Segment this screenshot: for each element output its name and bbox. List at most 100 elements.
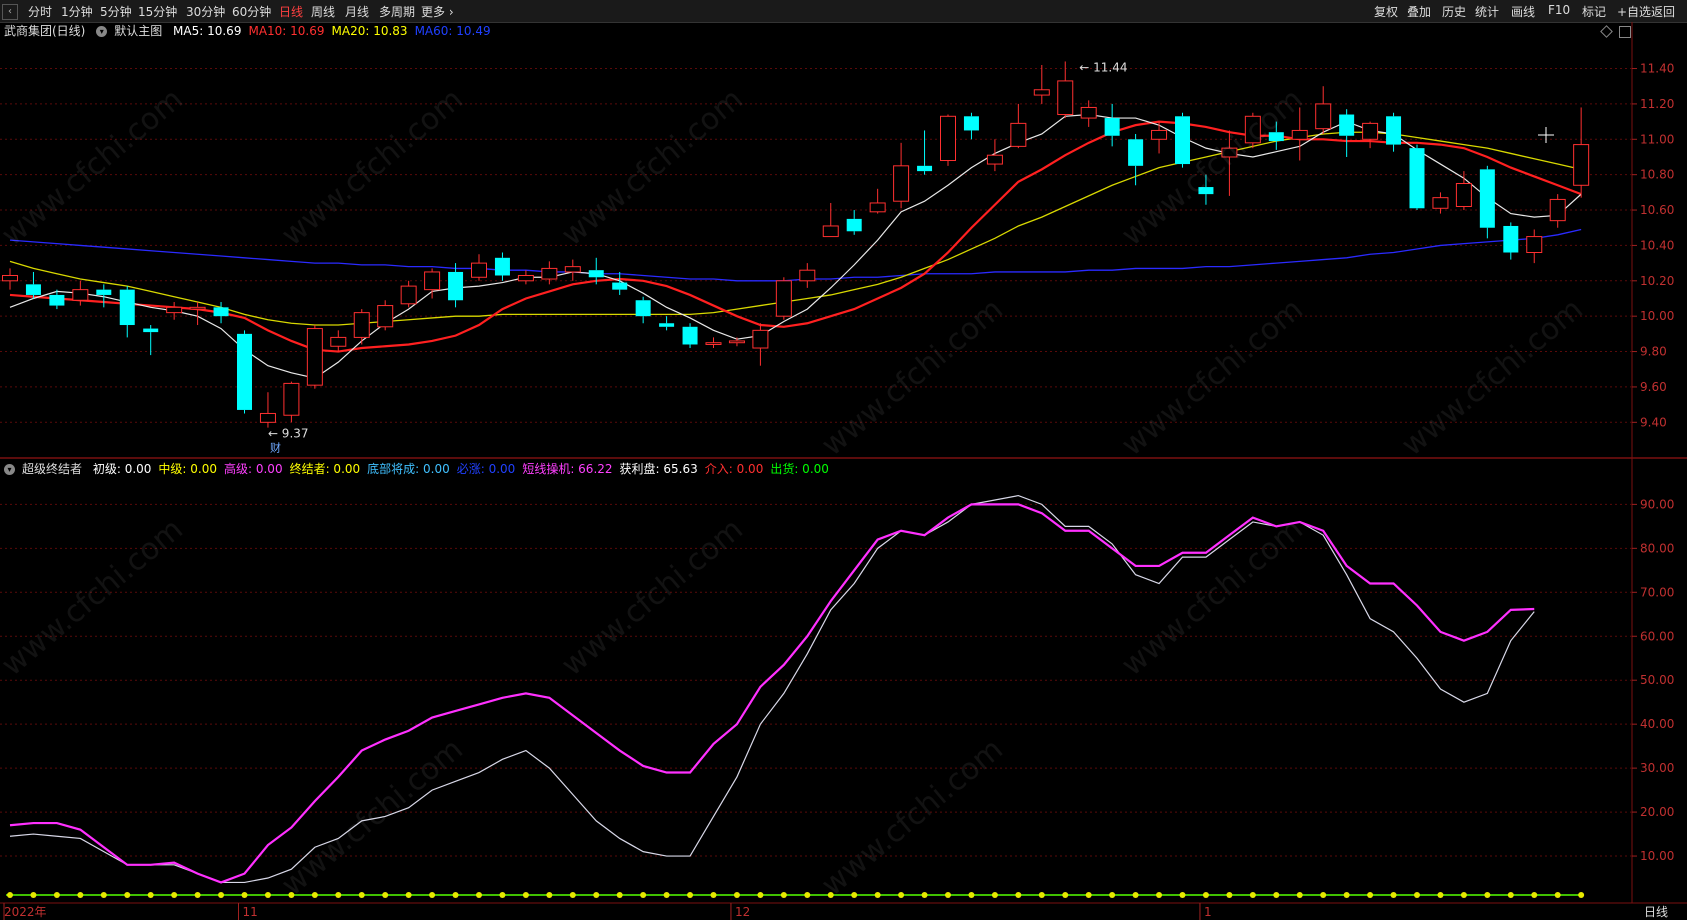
date-label: 1 <box>1204 905 1212 919</box>
signal-dot <box>218 892 225 898</box>
signal-dot <box>1273 892 1280 898</box>
signal-dot <box>499 892 506 898</box>
signal-dot <box>405 892 412 898</box>
indicator-tick-label: 50.00 <box>1640 673 1674 687</box>
candle-body <box>1503 225 1519 253</box>
candle-body <box>424 271 441 291</box>
signal-dot <box>945 892 951 898</box>
ma20-line <box>9 131 1582 326</box>
candle-body <box>822 225 839 238</box>
candle-body <box>237 333 252 410</box>
candle-body <box>213 307 229 317</box>
candle-body <box>143 328 159 333</box>
candle-body <box>1573 144 1590 186</box>
stock-chart[interactable]: 11.40 11.20 11.00 10.80 10.60 10.40 10.20 10.00… <box>0 0 1687 920</box>
signal-dot <box>616 892 623 898</box>
price-tick-label: 10.20 <box>1640 274 1674 288</box>
candle-body <box>1315 103 1332 130</box>
price-tick-label: 11.40 <box>1640 62 1674 76</box>
short-line <box>9 503 1535 884</box>
signal-dot <box>1507 892 1514 898</box>
candle-body <box>659 323 675 327</box>
signal-dot <box>898 892 905 898</box>
signal-dot <box>851 892 858 898</box>
candle-body <box>1526 236 1543 253</box>
signal-dot <box>1554 892 1561 898</box>
signal-dot <box>124 892 131 898</box>
signal-dot <box>1085 892 1092 898</box>
signal-dot <box>171 892 178 898</box>
candle-body <box>1409 148 1425 209</box>
candle-body <box>564 266 581 273</box>
price-tick-label: 9.80 <box>1640 345 1667 359</box>
finance-marker: 财 <box>270 441 281 455</box>
signal-dot <box>1015 892 1022 898</box>
price-tick-label: 9.40 <box>1640 415 1667 429</box>
signal-dot <box>1578 892 1585 898</box>
signal-dot <box>522 892 529 898</box>
signal-dot <box>1390 892 1397 898</box>
signal-dot <box>546 892 553 898</box>
signal-dot <box>1202 892 1209 898</box>
signal-dot <box>335 892 342 898</box>
signal-dot <box>757 892 764 898</box>
signal-dot <box>1179 892 1186 898</box>
candle-body <box>1175 116 1190 165</box>
indicator-tick-label: 60.00 <box>1640 629 1674 643</box>
candle-body <box>1432 197 1449 209</box>
candle-body <box>893 165 910 202</box>
candle-body <box>705 342 722 345</box>
ma10-line <box>9 120 1582 353</box>
signal-dot <box>733 892 740 898</box>
signal-dot <box>1320 892 1327 898</box>
candle-body <box>119 289 135 326</box>
candle-body <box>846 218 862 232</box>
indicator-tick-label: 40.00 <box>1640 717 1674 731</box>
signal-dot <box>476 892 482 898</box>
profit-line <box>9 494 1535 884</box>
price-tick-label: 10.00 <box>1640 309 1674 323</box>
low-price-label: ← 9.37 <box>268 427 309 441</box>
date-label: 11 <box>243 905 258 919</box>
candle-body <box>306 328 323 386</box>
signal-dot <box>1296 892 1303 898</box>
candle-body <box>1057 80 1074 116</box>
candle-body <box>940 115 956 162</box>
candle-body <box>1268 132 1284 142</box>
candle-body <box>682 326 698 345</box>
candle-body <box>1128 139 1144 166</box>
signal-dot <box>1414 892 1420 898</box>
candle-body <box>869 202 886 213</box>
signal-dot <box>7 892 13 898</box>
candle-body <box>1339 114 1355 136</box>
signal-dot <box>1531 892 1538 898</box>
signal-dot <box>53 892 60 898</box>
signal-dot <box>593 892 600 898</box>
candle-body <box>1198 187 1214 195</box>
signal-dot <box>358 892 365 898</box>
signal-dot <box>874 892 881 898</box>
signal-dot <box>100 892 107 898</box>
candle-body <box>775 280 792 317</box>
signal-dot <box>1249 892 1256 898</box>
candle-body <box>752 329 769 349</box>
candle-body <box>963 116 979 131</box>
signal-dot <box>241 892 248 898</box>
candle-body <box>259 412 276 423</box>
signal-dot <box>968 892 975 898</box>
price-tick-label: 9.60 <box>1640 380 1667 394</box>
candle-body <box>917 165 933 172</box>
candle-body <box>448 271 464 301</box>
candle-body <box>541 267 558 280</box>
candle-body <box>49 294 65 306</box>
candle-body <box>1479 169 1495 228</box>
candle-body <box>1010 122 1027 147</box>
candle-body <box>377 305 394 328</box>
candle-body <box>588 270 604 278</box>
candle-body <box>1221 147 1238 158</box>
indicator-tick-label: 10.00 <box>1640 849 1674 863</box>
signal-dot <box>640 892 647 898</box>
candle-body <box>1033 89 1050 96</box>
signal-dot <box>194 892 201 898</box>
signal-dot <box>311 892 318 898</box>
